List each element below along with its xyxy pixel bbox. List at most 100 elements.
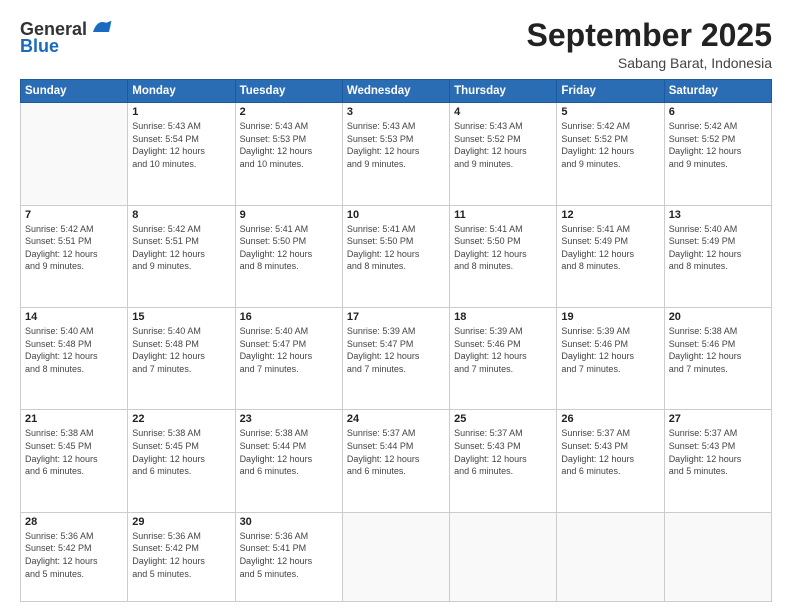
day-info: Sunrise: 5:38 AM Sunset: 5:45 PM Dayligh… [132, 427, 230, 477]
calendar-cell: 15Sunrise: 5:40 AM Sunset: 5:48 PM Dayli… [128, 308, 235, 410]
calendar-cell: 5 Sunrise: 5:42 AM Sunset: 5:52 PM Daylig… [557, 103, 664, 205]
calendar-cell: 14 Sunrise: 5:40 AM Sunset: 5:48 PM Dayli… [21, 308, 128, 410]
calendar-week-1: 1 Sunrise: 5:43 AM Sunset: 5:54 PM Daylig… [21, 103, 772, 205]
calendar-cell [664, 512, 771, 601]
day-number: 29 [132, 516, 230, 528]
calendar-cell: 16 Sunrise: 5:40 AM Sunset: 5:47 PM Dayli… [235, 308, 342, 410]
calendar-cell: 25Sunrise: 5:37 AM Sunset: 5:43 PM Dayli… [450, 410, 557, 512]
day-number: 11 [454, 209, 552, 221]
day-info: Sunrise: 5:40 AM Sunset: 5:49 PM Dayligh… [669, 223, 767, 273]
calendar-cell: 11 Sunrise: 5:41 AM Sunset: 5:50 PM Dayli… [450, 205, 557, 307]
calendar-cell: 24 Sunrise: 5:37 AM Sunset: 5:44 PM Dayli… [342, 410, 449, 512]
col-header-monday: Monday [128, 80, 235, 103]
calendar-cell: 13 Sunrise: 5:40 AM Sunset: 5:49 PM Dayli… [664, 205, 771, 307]
day-info: Sunrise: 5:43 AM Sunset: 5:53 PM Dayligh… [240, 120, 338, 170]
day-info: Sunrise: 5:42 AM Sunset: 5:51 PM Dayligh… [25, 223, 123, 273]
calendar-cell: 26 Sunrise: 5:37 AM Sunset: 5:43 PM Dayli… [557, 410, 664, 512]
day-info: Sunrise: 5:41 AM Sunset: 5:50 PM Dayligh… [454, 223, 552, 273]
calendar-cell: 12 Sunrise: 5:41 AM Sunset: 5:49 PM Dayli… [557, 205, 664, 307]
day-info: Sunrise: 5:41 AM Sunset: 5:50 PM Dayligh… [240, 223, 338, 273]
day-info: Sunrise: 5:41 AM Sunset: 5:49 PM Dayligh… [561, 223, 659, 273]
calendar-cell: 19 Sunrise: 5:39 AM Sunset: 5:46 PM Dayli… [557, 308, 664, 410]
day-number: 26 [561, 413, 659, 425]
calendar-cell: 27 Sunrise: 5:37 AM Sunset: 5:43 PM Dayli… [664, 410, 771, 512]
day-number: 3 [347, 106, 445, 118]
day-number: 17 [347, 311, 445, 323]
day-info: Sunrise: 5:40 AM Sunset: 5:47 PM Dayligh… [240, 325, 338, 375]
calendar-week-4: 21 Sunrise: 5:38 AM Sunset: 5:45 PM Dayli… [21, 410, 772, 512]
col-header-tuesday: Tuesday [235, 80, 342, 103]
day-number: 20 [669, 311, 767, 323]
calendar-cell: 18 Sunrise: 5:39 AM Sunset: 5:46 PM Dayli… [450, 308, 557, 410]
day-info: Sunrise: 5:38 AM Sunset: 5:45 PM Dayligh… [25, 427, 123, 477]
calendar-cell: 1 Sunrise: 5:43 AM Sunset: 5:54 PM Daylig… [128, 103, 235, 205]
col-header-thursday: Thursday [450, 80, 557, 103]
day-info: Sunrise: 5:43 AM Sunset: 5:52 PM Dayligh… [454, 120, 552, 170]
day-info: Sunrise: 5:43 AM Sunset: 5:53 PM Dayligh… [347, 120, 445, 170]
calendar-cell: 8 Sunrise: 5:42 AM Sunset: 5:51 PM Daylig… [128, 205, 235, 307]
day-info: Sunrise: 5:39 AM Sunset: 5:46 PM Dayligh… [561, 325, 659, 375]
day-number: 19 [561, 311, 659, 323]
logo: General Blue [20, 18, 113, 57]
calendar-cell: 22 Sunrise: 5:38 AM Sunset: 5:45 PM Dayli… [128, 410, 235, 512]
day-number: 22 [132, 413, 230, 425]
day-info: Sunrise: 5:40 AM Sunset: 5:48 PM Dayligh… [25, 325, 123, 375]
calendar-cell: 9 Sunrise: 5:41 AM Sunset: 5:50 PM Daylig… [235, 205, 342, 307]
col-header-saturday: Saturday [664, 80, 771, 103]
calendar-week-3: 14 Sunrise: 5:40 AM Sunset: 5:48 PM Dayli… [21, 308, 772, 410]
day-number: 16 [240, 311, 338, 323]
col-header-wednesday: Wednesday [342, 80, 449, 103]
day-number: 24 [347, 413, 445, 425]
calendar-cell: 17 Sunrise: 5:39 AM Sunset: 5:47 PM Dayli… [342, 308, 449, 410]
logo-icon [89, 16, 113, 40]
day-info: Sunrise: 5:39 AM Sunset: 5:46 PM Dayligh… [454, 325, 552, 375]
day-info: Sunrise: 5:37 AM Sunset: 5:43 PM Dayligh… [669, 427, 767, 477]
day-info: Sunrise: 5:37 AM Sunset: 5:44 PM Dayligh… [347, 427, 445, 477]
day-number: 25 [454, 413, 552, 425]
day-number: 5 [561, 106, 659, 118]
day-info: Sunrise: 5:42 AM Sunset: 5:52 PM Dayligh… [561, 120, 659, 170]
calendar-cell [342, 512, 449, 601]
day-info: Sunrise: 5:40 AM Sunset: 5:48 PM Dayligh… [132, 325, 230, 375]
day-number: 12 [561, 209, 659, 221]
calendar-cell: 2 Sunrise: 5:43 AM Sunset: 5:53 PM Daylig… [235, 103, 342, 205]
calendar-cell: 10 Sunrise: 5:41 AM Sunset: 5:50 PM Dayli… [342, 205, 449, 307]
calendar-header-row: SundayMondayTuesdayWednesdayThursdayFrid… [21, 80, 772, 103]
day-info: Sunrise: 5:38 AM Sunset: 5:46 PM Dayligh… [669, 325, 767, 375]
day-info: Sunrise: 5:37 AM Sunset: 5:43 PM Dayligh… [561, 427, 659, 477]
day-number: 27 [669, 413, 767, 425]
location-subtitle: Sabang Barat, Indonesia [527, 55, 772, 71]
day-info: Sunrise: 5:36 AM Sunset: 5:41 PM Dayligh… [240, 530, 338, 580]
day-number: 10 [347, 209, 445, 221]
col-header-friday: Friday [557, 80, 664, 103]
calendar-cell: 6Sunrise: 5:42 AM Sunset: 5:52 PM Daylig… [664, 103, 771, 205]
page: General Blue September 2025 Sabang Barat… [0, 0, 792, 612]
day-number: 13 [669, 209, 767, 221]
day-info: Sunrise: 5:41 AM Sunset: 5:50 PM Dayligh… [347, 223, 445, 273]
day-number: 4 [454, 106, 552, 118]
calendar-week-5: 28Sunrise: 5:36 AM Sunset: 5:42 PM Dayli… [21, 512, 772, 601]
day-info: Sunrise: 5:36 AM Sunset: 5:42 PM Dayligh… [25, 530, 123, 580]
calendar-cell: 30 Sunrise: 5:36 AM Sunset: 5:41 PM Dayli… [235, 512, 342, 601]
calendar-cell [557, 512, 664, 601]
day-number: 7 [25, 209, 123, 221]
col-header-sunday: Sunday [21, 80, 128, 103]
day-info: Sunrise: 5:39 AM Sunset: 5:47 PM Dayligh… [347, 325, 445, 375]
calendar-cell: 28Sunrise: 5:36 AM Sunset: 5:42 PM Dayli… [21, 512, 128, 601]
day-number: 30 [240, 516, 338, 528]
day-number: 18 [454, 311, 552, 323]
calendar-cell: 20 Sunrise: 5:38 AM Sunset: 5:46 PM Dayli… [664, 308, 771, 410]
day-info: Sunrise: 5:43 AM Sunset: 5:54 PM Dayligh… [132, 120, 230, 170]
day-number: 2 [240, 106, 338, 118]
calendar-cell [450, 512, 557, 601]
day-number: 14 [25, 311, 123, 323]
day-number: 21 [25, 413, 123, 425]
day-info: Sunrise: 5:42 AM Sunset: 5:51 PM Dayligh… [132, 223, 230, 273]
day-number: 1 [132, 106, 230, 118]
day-info: Sunrise: 5:38 AM Sunset: 5:44 PM Dayligh… [240, 427, 338, 477]
title-block: September 2025 Sabang Barat, Indonesia [527, 18, 772, 71]
day-number: 9 [240, 209, 338, 221]
day-info: Sunrise: 5:42 AM Sunset: 5:52 PM Dayligh… [669, 120, 767, 170]
calendar-cell: 23Sunrise: 5:38 AM Sunset: 5:44 PM Dayli… [235, 410, 342, 512]
day-number: 8 [132, 209, 230, 221]
